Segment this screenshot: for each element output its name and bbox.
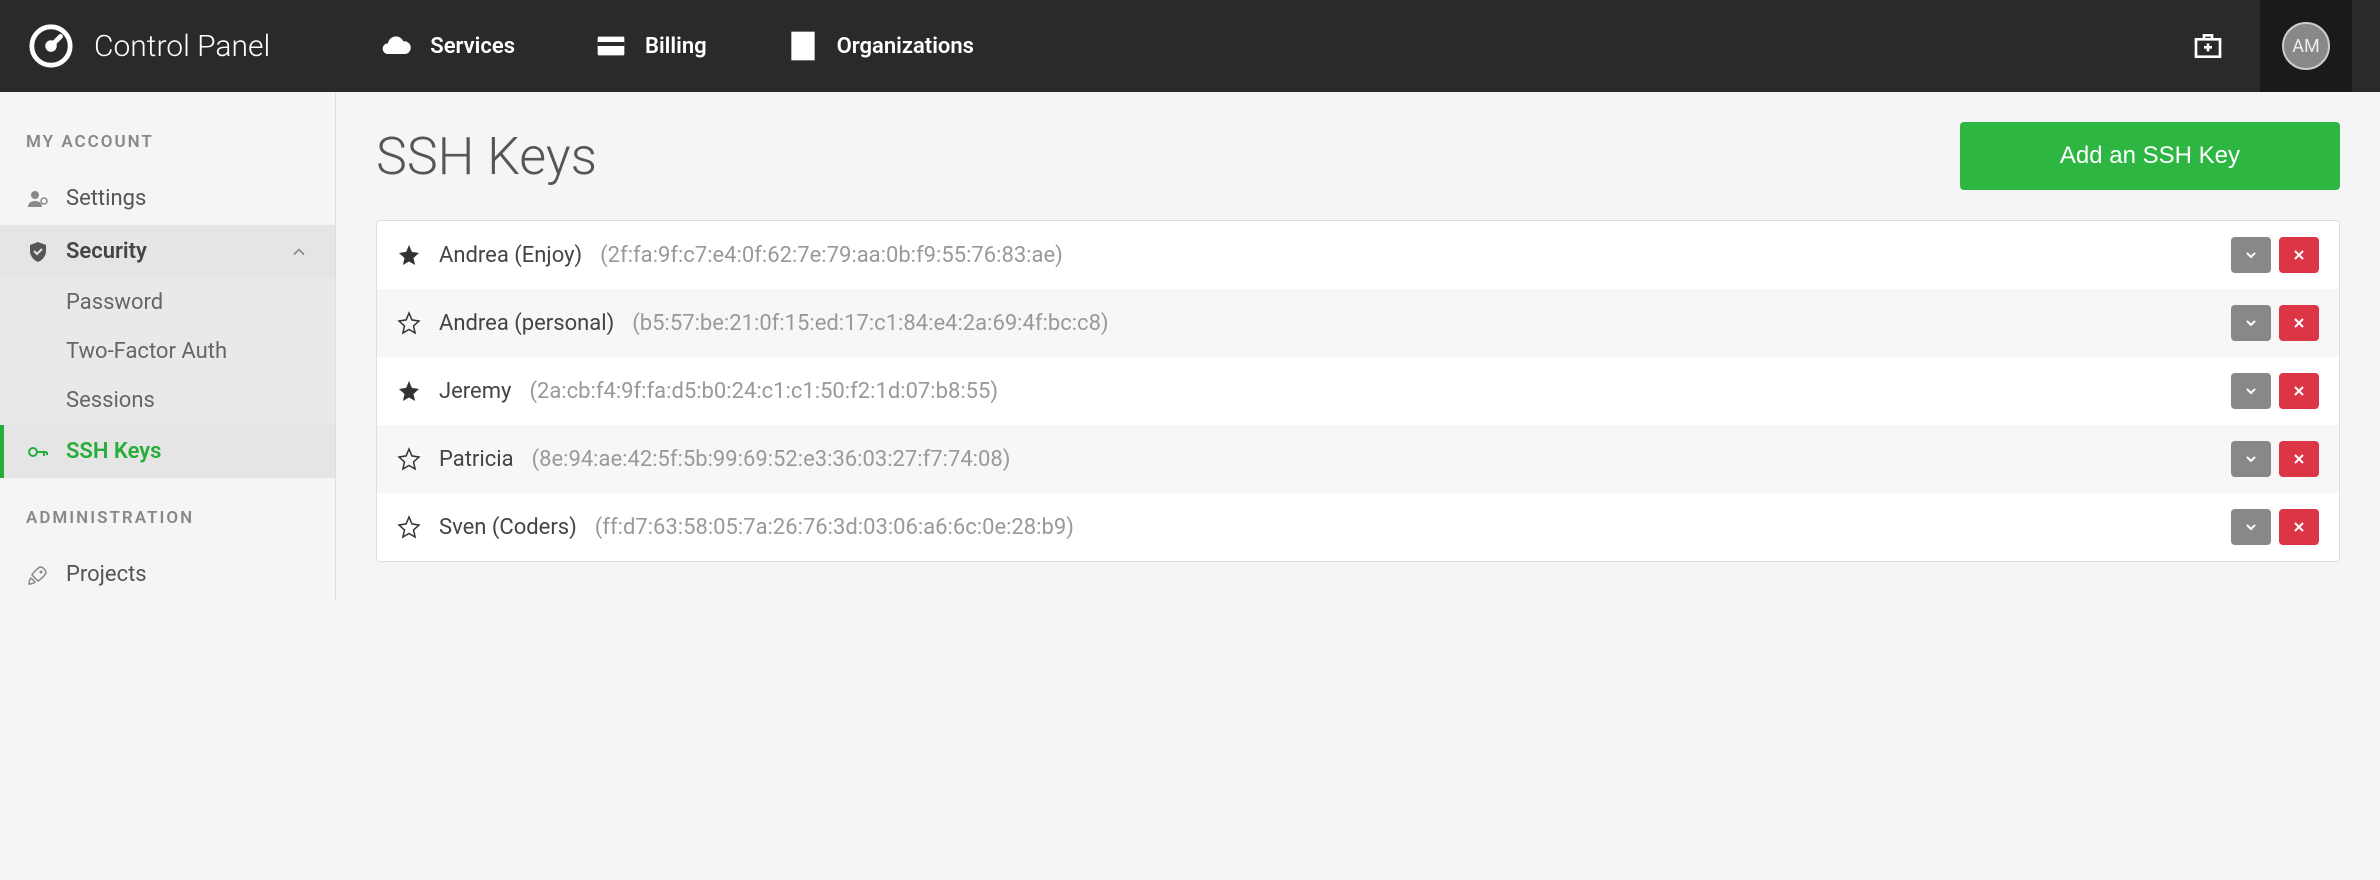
- star-filled-icon[interactable]: [397, 243, 421, 267]
- avatar[interactable]: AM: [2282, 22, 2330, 70]
- sidebar-sub-sessions[interactable]: Sessions: [0, 376, 335, 425]
- key-icon: [26, 440, 50, 464]
- ssh-key-name: Sven (Coders): [439, 515, 577, 540]
- ssh-key-actions: [2231, 305, 2319, 341]
- chevron-down-icon: [2243, 451, 2259, 467]
- ssh-key-fingerprint: (8e:94:ae:42:5f:5b:99:69:52:e3:36:03:27:…: [532, 447, 1011, 472]
- sidebar-item-security[interactable]: Security: [0, 225, 335, 278]
- close-icon: [2291, 315, 2307, 331]
- chevron-down-icon: [2243, 247, 2259, 263]
- nav-billing[interactable]: Billing: [595, 30, 707, 62]
- logo-area[interactable]: Control Panel: [28, 23, 270, 69]
- ssh-key-name: Andrea (personal): [439, 311, 614, 336]
- close-icon: [2291, 247, 2307, 263]
- ssh-key-fingerprint: (b5:57:be:21:0f:15:ed:17:c1:84:e4:2a:69:…: [632, 311, 1108, 336]
- sidebar-item-label: Password: [66, 290, 163, 315]
- sidebar-item-projects[interactable]: Projects: [0, 548, 335, 601]
- sidebar-item-label: Two-Factor Auth: [66, 339, 227, 364]
- nav-label: Services: [430, 34, 515, 59]
- sidebar-sub-password[interactable]: Password: [0, 278, 335, 327]
- sidebar-section-title: MY ACCOUNT: [0, 132, 335, 172]
- sidebar-sub-2fa[interactable]: Two-Factor Auth: [0, 327, 335, 376]
- medkit-icon[interactable]: [2192, 30, 2224, 62]
- ssh-key-row: Andrea (Enjoy) (2f:fa:9f:c7:e4:0f:62:7e:7…: [377, 221, 2339, 289]
- ssh-key-row: Andrea (personal) (b5:57:be:21:0f:15:ed:1…: [377, 289, 2339, 357]
- ssh-key-name: Andrea (Enjoy): [439, 243, 582, 268]
- expand-button[interactable]: [2231, 441, 2271, 477]
- ssh-key-actions: [2231, 509, 2319, 545]
- star-filled-icon[interactable]: [397, 379, 421, 403]
- ssh-key-actions: [2231, 237, 2319, 273]
- expand-button[interactable]: [2231, 237, 2271, 273]
- user-gear-icon: [26, 187, 50, 211]
- sidebar-item-settings[interactable]: Settings: [0, 172, 335, 225]
- rocket-icon: [26, 563, 50, 587]
- nav-label: Billing: [645, 34, 707, 59]
- nav-services[interactable]: Services: [380, 30, 515, 62]
- sidebar-item-label: Sessions: [66, 388, 155, 413]
- nav-label: Organizations: [837, 34, 974, 59]
- chevron-down-icon: [2243, 315, 2259, 331]
- sidebar-sub-ssh-keys[interactable]: SSH Keys: [0, 425, 335, 478]
- ssh-key-row: Sven (Coders) (ff:d7:63:58:05:7a:26:76:3d…: [377, 493, 2339, 561]
- expand-button[interactable]: [2231, 305, 2271, 341]
- ssh-key-fingerprint: (2f:fa:9f:c7:e4:0f:62:7e:79:aa:0b:f9:55:…: [600, 243, 1063, 268]
- star-outline-icon[interactable]: [397, 515, 421, 539]
- card-icon: [595, 30, 627, 62]
- close-icon: [2291, 519, 2307, 535]
- close-icon: [2291, 451, 2307, 467]
- sidebar-section-title: ADMINISTRATION: [0, 508, 335, 548]
- ssh-key-name: Jeremy: [439, 379, 511, 404]
- star-outline-icon[interactable]: [397, 311, 421, 335]
- delete-button[interactable]: [2279, 441, 2319, 477]
- app-title: Control Panel: [94, 29, 270, 64]
- shield-icon: [26, 240, 50, 264]
- ssh-key-row: Patricia (8e:94:ae:42:5f:5b:99:69:52:e3:3…: [377, 425, 2339, 493]
- close-icon: [2291, 383, 2307, 399]
- ssh-key-row: Jeremy (2a:cb:f4:9f:fa:d5:b0:24:c1:c1:50:…: [377, 357, 2339, 425]
- chevron-down-icon: [2243, 383, 2259, 399]
- chevron-down-icon: [2243, 519, 2259, 535]
- cloud-icon: [380, 30, 412, 62]
- star-outline-icon[interactable]: [397, 447, 421, 471]
- avatar-wrap: AM: [2260, 0, 2352, 92]
- sidebar-item-label: Security: [66, 239, 147, 264]
- ssh-key-fingerprint: (2a:cb:f4:9f:fa:d5:b0:24:c1:c1:50:f2:1d:…: [529, 379, 998, 404]
- sidebar-item-label: SSH Keys: [66, 439, 162, 464]
- nav-items: Services Billing Organizations: [380, 30, 974, 62]
- ssh-key-list: Andrea (Enjoy) (2f:fa:9f:c7:e4:0f:62:7e:7…: [376, 220, 2340, 562]
- delete-button[interactable]: [2279, 305, 2319, 341]
- delete-button[interactable]: [2279, 373, 2319, 409]
- sidebar-item-label: Projects: [66, 562, 147, 587]
- delete-button[interactable]: [2279, 237, 2319, 273]
- ssh-key-actions: [2231, 373, 2319, 409]
- main-content: SSH Keys Add an SSH Key Andrea (Enjoy) (2…: [336, 92, 2380, 601]
- expand-button[interactable]: [2231, 373, 2271, 409]
- ssh-key-fingerprint: (ff:d7:63:58:05:7a:26:76:3d:03:06:a6:6c:…: [595, 515, 1074, 540]
- chevron-up-icon: [289, 242, 309, 262]
- delete-button[interactable]: [2279, 509, 2319, 545]
- gauge-icon: [28, 23, 74, 69]
- building-icon: [787, 30, 819, 62]
- nav-organizations[interactable]: Organizations: [787, 30, 974, 62]
- expand-button[interactable]: [2231, 509, 2271, 545]
- main-header: SSH Keys Add an SSH Key: [376, 122, 2340, 190]
- sidebar: MY ACCOUNT Settings Security Password Tw…: [0, 92, 336, 601]
- add-ssh-key-button[interactable]: Add an SSH Key: [1960, 122, 2340, 190]
- page-title: SSH Keys: [376, 126, 597, 187]
- header: Control Panel Services Billing Organizat…: [0, 0, 2380, 92]
- ssh-key-actions: [2231, 441, 2319, 477]
- header-right: AM: [2192, 0, 2352, 92]
- sidebar-item-label: Settings: [66, 186, 146, 211]
- ssh-key-name: Patricia: [439, 447, 514, 472]
